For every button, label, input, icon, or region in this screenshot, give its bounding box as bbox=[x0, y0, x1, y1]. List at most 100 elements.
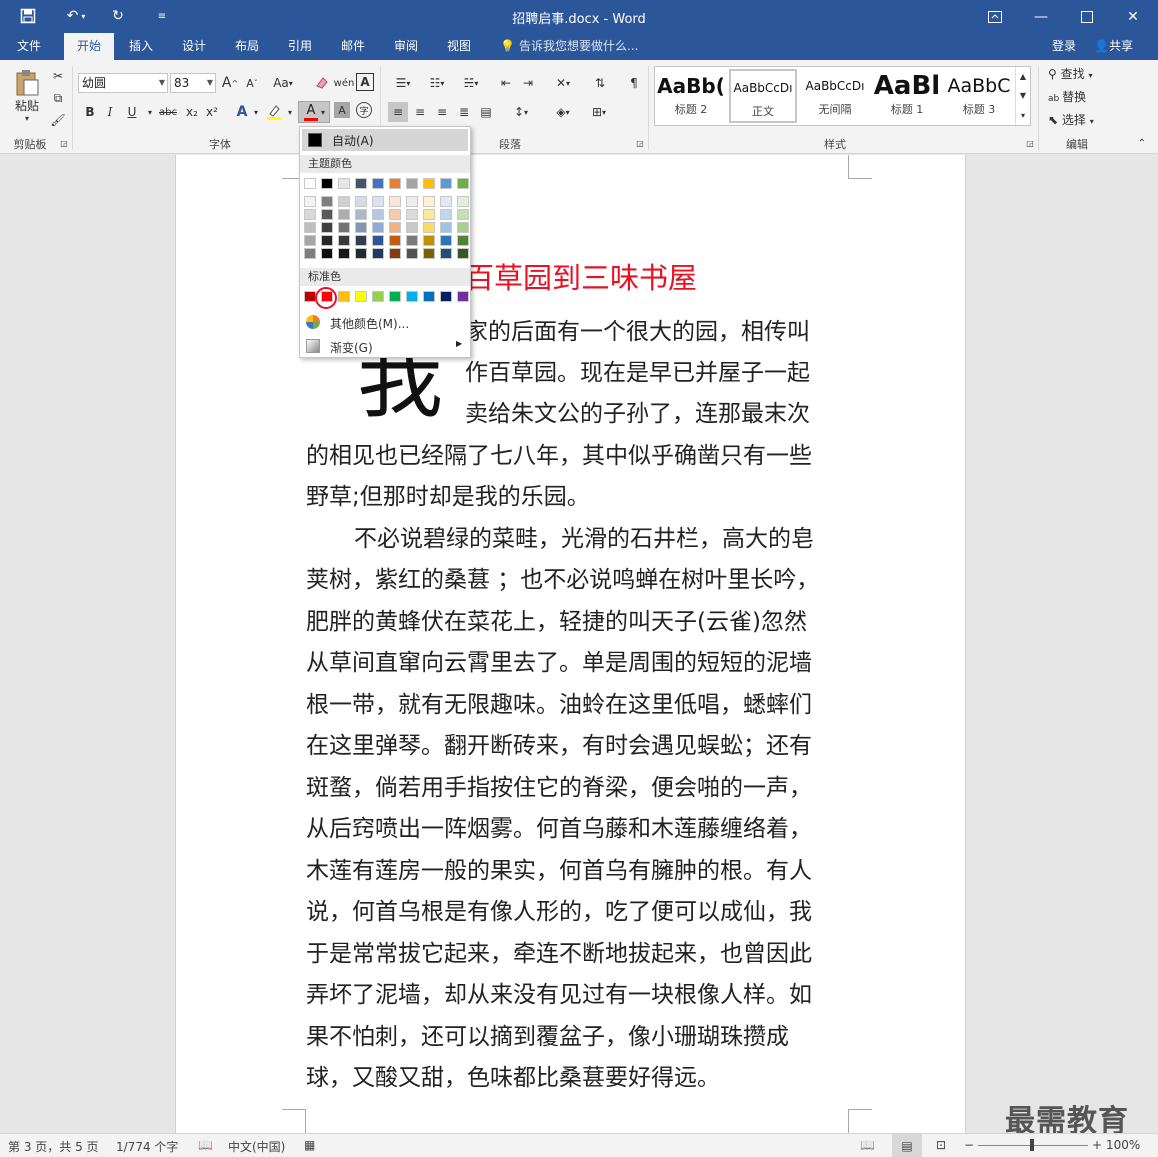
standard-color-swatch[interactable] bbox=[457, 291, 469, 302]
theme-shade-swatch[interactable] bbox=[321, 235, 333, 246]
theme-shade-swatch[interactable] bbox=[338, 222, 350, 233]
bullets-icon[interactable]: ☰ ▾ bbox=[388, 73, 418, 93]
text-line[interactable]: 家的后面有一个很大的园，相传叫 bbox=[465, 312, 810, 346]
theme-shade-swatch[interactable] bbox=[440, 235, 452, 246]
theme-shade-swatch[interactable] bbox=[440, 222, 452, 233]
theme-shade-swatch[interactable] bbox=[304, 235, 316, 246]
numbering-icon[interactable]: ☷ ▾ bbox=[422, 73, 452, 93]
borders-icon[interactable]: ⊞ ▾ bbox=[584, 102, 614, 122]
theme-shade-swatch[interactable] bbox=[389, 235, 401, 246]
theme-shade-swatch[interactable] bbox=[304, 209, 316, 220]
theme-shade-swatch[interactable] bbox=[389, 248, 401, 259]
text-line[interactable]: 荚树，紫红的桑葚 ；也不必说鸣蝉在树叶里长吟， bbox=[306, 560, 819, 594]
style-heading-3[interactable]: AaBbC 标题 3 bbox=[945, 69, 1013, 123]
superscript-button[interactable]: x² bbox=[202, 102, 222, 122]
theme-shade-swatch[interactable] bbox=[457, 222, 469, 233]
text-line[interactable]: 于是常常拔它起来，牵连不断地拔起来，也曾因此 bbox=[306, 934, 812, 968]
theme-color-swatch[interactable] bbox=[372, 178, 384, 189]
text-line[interactable]: 作百草园。现在是早已并屋子一起 bbox=[465, 353, 810, 387]
copy-icon[interactable]: ⧉ bbox=[48, 88, 68, 108]
zoom-out-icon[interactable]: − bbox=[964, 1138, 974, 1152]
theme-shade-swatch[interactable] bbox=[440, 196, 452, 207]
font-color-button[interactable]: A ▾ bbox=[298, 101, 330, 123]
theme-color-swatch[interactable] bbox=[457, 178, 469, 189]
change-case-button[interactable]: Aa ▾ bbox=[270, 73, 296, 93]
theme-color-swatch[interactable] bbox=[406, 178, 418, 189]
styles-scroll-up[interactable]: ▲ bbox=[1015, 67, 1030, 86]
enclose-char-icon[interactable]: 字 bbox=[356, 102, 372, 118]
standard-color-swatch[interactable] bbox=[389, 291, 401, 302]
chevron-down-icon[interactable]: ▾ bbox=[246, 102, 266, 122]
shading-icon[interactable]: ◈ ▾ bbox=[548, 102, 578, 122]
bold-button[interactable]: B bbox=[80, 102, 100, 122]
chevron-down-icon[interactable]: ▼ bbox=[207, 74, 213, 92]
theme-color-swatch[interactable] bbox=[389, 178, 401, 189]
auto-color-item[interactable]: 自动(A) bbox=[302, 129, 468, 151]
standard-color-swatch[interactable] bbox=[372, 291, 384, 302]
theme-shade-swatch[interactable] bbox=[440, 248, 452, 259]
tab-file[interactable]: 文件 bbox=[6, 33, 52, 60]
theme-shade-swatch[interactable] bbox=[423, 209, 435, 220]
style-heading-1[interactable]: AaBl 标题 1 bbox=[873, 69, 941, 123]
italic-button[interactable]: I bbox=[100, 102, 120, 122]
text-line[interactable]: 的相见也已经隔了七八年，其中似乎确凿只有一些 bbox=[306, 436, 812, 470]
text-line[interactable]: 说，何首乌根是有像人形的，吃了便可以成仙，我 bbox=[306, 892, 812, 926]
tab-design[interactable]: 设计 bbox=[171, 33, 217, 60]
language[interactable]: 中文(中国) bbox=[228, 1138, 285, 1155]
text-line[interactable]: 根一带，就有无限趣味。油蛉在这里低唱，蟋蟀们 bbox=[306, 685, 812, 719]
clear-format-icon[interactable] bbox=[312, 73, 332, 93]
share-button[interactable]: 👤共享 bbox=[1094, 33, 1133, 59]
page-count[interactable]: 第 3 页，共 5 页 bbox=[8, 1138, 99, 1155]
theme-shade-swatch[interactable] bbox=[321, 196, 333, 207]
justify-icon[interactable]: ≣ bbox=[454, 102, 474, 122]
word-count[interactable]: 1/774 个字 bbox=[116, 1138, 178, 1155]
zoom-slider-thumb[interactable] bbox=[1030, 1139, 1034, 1151]
grow-font-button[interactable]: A ^ bbox=[220, 73, 240, 93]
tell-me-box[interactable]: 💡 告诉我您想要做什么... bbox=[500, 33, 638, 60]
theme-shade-swatch[interactable] bbox=[423, 235, 435, 246]
standard-color-swatch[interactable] bbox=[406, 291, 418, 302]
char-shading-icon[interactable]: A bbox=[334, 102, 350, 118]
standard-color-swatch[interactable] bbox=[338, 291, 350, 302]
theme-shade-swatch[interactable] bbox=[355, 209, 367, 220]
theme-shade-swatch[interactable] bbox=[406, 248, 418, 259]
theme-shade-swatch[interactable] bbox=[372, 235, 384, 246]
align-left-icon[interactable]: ≡ bbox=[388, 102, 408, 122]
phonetic-guide-icon[interactable]: wén bbox=[334, 73, 355, 93]
theme-shade-swatch[interactable] bbox=[304, 248, 316, 259]
increase-indent-icon[interactable]: ⇥ bbox=[518, 73, 538, 93]
dialog-launcher-icon[interactable]: ◲ bbox=[58, 136, 70, 150]
text-line[interactable]: 弄坏了泥墙，却从来没有见过有一块根像人样。如 bbox=[306, 975, 812, 1009]
standard-color-swatch[interactable] bbox=[423, 291, 435, 302]
chevron-down-icon[interactable]: ▼ bbox=[159, 74, 165, 92]
align-center-icon[interactable]: ≡ bbox=[410, 102, 430, 122]
print-layout-icon[interactable]: ▤ bbox=[892, 1134, 922, 1157]
tab-layout[interactable]: 布局 bbox=[224, 33, 270, 60]
style-no-spacing[interactable]: AaBbCcDı 无间隔 bbox=[801, 69, 869, 123]
theme-shade-swatch[interactable] bbox=[457, 248, 469, 259]
theme-shade-swatch[interactable] bbox=[338, 209, 350, 220]
show-marks-icon[interactable]: ¶ bbox=[624, 73, 644, 93]
tab-review[interactable]: 审阅 bbox=[383, 33, 429, 60]
more-colors-item[interactable]: 其他颜色(M)... bbox=[300, 311, 470, 333]
theme-shade-swatch[interactable] bbox=[423, 248, 435, 259]
chevron-down-icon[interactable]: ▾ bbox=[280, 102, 300, 122]
theme-shade-swatch[interactable] bbox=[355, 248, 367, 259]
theme-shade-swatch[interactable] bbox=[406, 235, 418, 246]
theme-shade-swatch[interactable] bbox=[423, 222, 435, 233]
replace-button[interactable]: ab 替换 bbox=[1048, 87, 1086, 107]
theme-color-swatch[interactable] bbox=[338, 178, 350, 189]
theme-shade-swatch[interactable] bbox=[423, 196, 435, 207]
page[interactable]: 百草园到三味书屋 我 家的后面有一个很大的园，相传叫 作百草园。现在是早已并屋子… bbox=[175, 155, 966, 1133]
dialog-launcher-icon[interactable]: ◲ bbox=[634, 136, 646, 150]
theme-shade-swatch[interactable] bbox=[321, 209, 333, 220]
theme-shade-swatch[interactable] bbox=[406, 222, 418, 233]
proofing-icon[interactable]: 📖 bbox=[198, 1138, 213, 1152]
read-mode-icon[interactable]: 📖 bbox=[860, 1138, 875, 1152]
theme-shade-swatch[interactable] bbox=[355, 235, 367, 246]
align-right-icon[interactable]: ≡ bbox=[432, 102, 452, 122]
multilevel-list-icon[interactable]: ☵ ▾ bbox=[456, 73, 486, 93]
text-line[interactable]: 果不怕刺，还可以摘到覆盆子，像小珊瑚珠攒成 bbox=[306, 1017, 789, 1051]
gradient-item[interactable]: 渐变(G) ▶ bbox=[300, 335, 470, 357]
document-heading[interactable]: 百草园到三味书屋 bbox=[465, 255, 697, 297]
